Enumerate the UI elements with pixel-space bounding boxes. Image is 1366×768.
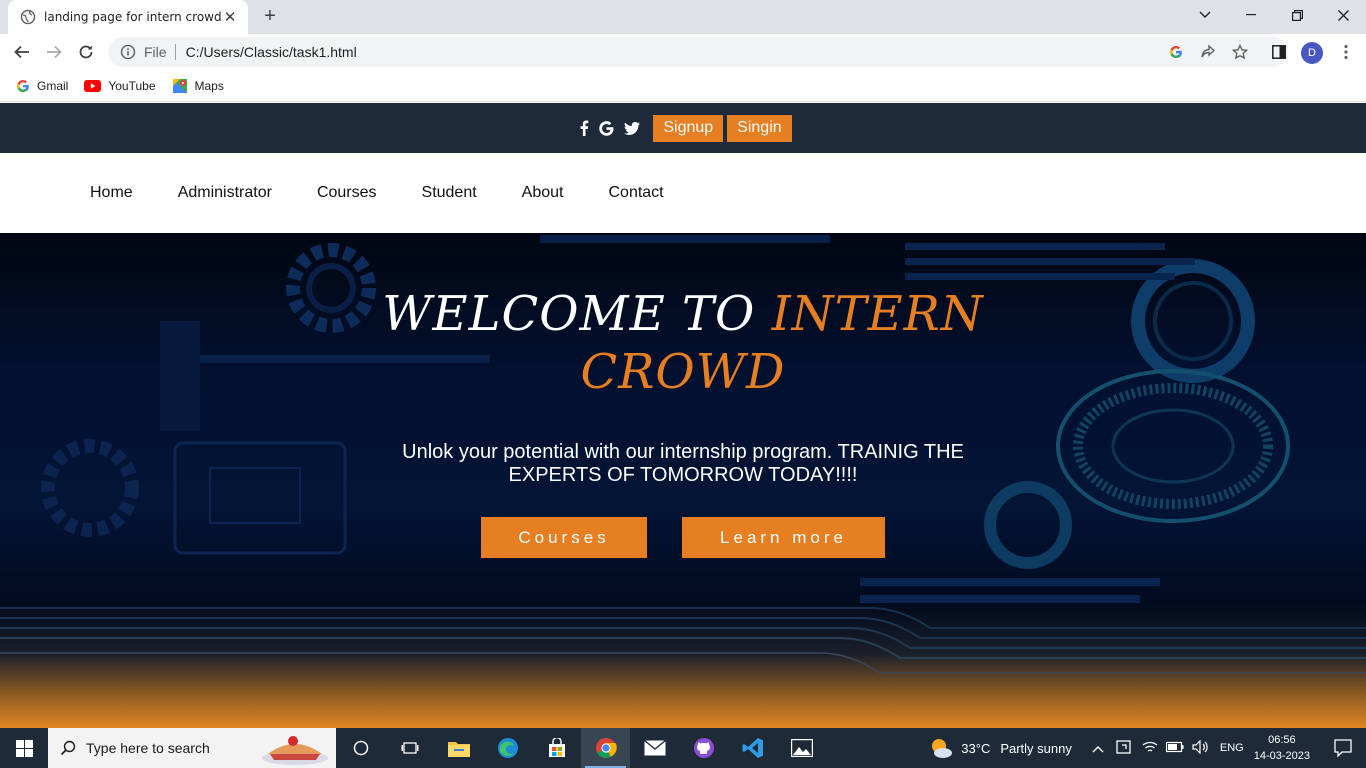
hero-section: WELCOME TO INTERN CROWD Unlok your poten… [0, 233, 1366, 728]
browser-tabstrip: landing page for intern crowd ✕ + [0, 0, 1366, 34]
weather-temp[interactable]: 33°C [961, 741, 990, 756]
wifi-icon[interactable] [1142, 740, 1158, 757]
vscode-icon[interactable] [728, 728, 777, 768]
hero-subtitle: Unlok your potential with our internship… [402, 441, 964, 486]
tab-search-icon[interactable] [1182, 0, 1228, 30]
windows-start-icon[interactable] [0, 728, 48, 768]
task-view-icon[interactable] [385, 728, 434, 768]
weather-desc[interactable]: Partly sunny [1000, 741, 1072, 756]
close-window-icon[interactable] [1320, 0, 1366, 30]
hero-title-accent-line2: CROWD [580, 344, 786, 400]
info-icon[interactable] [120, 44, 136, 60]
microsoft-store-icon[interactable] [532, 728, 581, 768]
share-icon[interactable] [1196, 40, 1220, 64]
mail-icon[interactable] [630, 728, 679, 768]
twitter-icon[interactable] [624, 121, 641, 135]
edge-browser-icon[interactable] [483, 728, 532, 768]
clock[interactable]: 06:56 14-03-2023 [1254, 732, 1310, 764]
bookmark-label: Maps [194, 78, 224, 93]
back-icon[interactable] [10, 40, 34, 64]
bookmark-gmail[interactable]: Gmail [16, 79, 68, 93]
volume-icon[interactable] [1192, 739, 1210, 757]
minimize-icon[interactable] [1228, 0, 1274, 30]
battery-icon[interactable] [1165, 741, 1184, 756]
maps-icon [172, 78, 187, 93]
signin-button[interactable]: Singin [727, 114, 792, 142]
browser-toolbar: File C:/Users/Classic/task1.html D [0, 34, 1366, 70]
hero-title-white: WELCOME TO [382, 286, 772, 342]
hero-title: WELCOME TO INTERN CROWD [0, 285, 1366, 401]
side-panel-icon[interactable] [1267, 40, 1291, 64]
reload-icon[interactable] [74, 40, 98, 64]
bookmark-maps[interactable]: Maps [172, 78, 224, 94]
forward-icon[interactable] [42, 40, 66, 64]
hero-title-accent: INTERN [771, 286, 984, 342]
nav-home[interactable]: Home [90, 184, 133, 202]
profile-avatar[interactable]: D [1301, 42, 1323, 64]
facebook-icon[interactable] [579, 120, 589, 136]
learn-more-button[interactable]: Learn more [682, 517, 885, 558]
nav-courses[interactable]: Courses [317, 184, 377, 202]
globe-icon [20, 9, 36, 25]
google-translate-icon[interactable] [1164, 40, 1188, 64]
windows-taskbar: Type here to search 33°C Partly sunny EN… [0, 728, 1366, 768]
bookmark-label: YouTube [108, 78, 156, 93]
new-tab-icon[interactable]: + [258, 5, 282, 29]
google-icon[interactable] [599, 120, 614, 136]
bookmark-youtube[interactable]: YouTube [84, 78, 156, 93]
page-topbar: Signup Singin [0, 103, 1366, 153]
system-tray: 33°C Partly sunny ENG 06:56 14-03-2023 [929, 728, 1366, 768]
nav-contact[interactable]: Contact [608, 184, 663, 202]
clock-date: 14-03-2023 [1253, 750, 1310, 762]
courses-button[interactable]: Courses [481, 517, 647, 558]
pie-illustration-icon [262, 736, 328, 765]
bookmark-star-icon[interactable] [1228, 40, 1252, 64]
notifications-icon[interactable] [1320, 739, 1366, 757]
search-placeholder: Type here to search [86, 740, 210, 756]
tab-title: landing page for intern crowd [44, 10, 222, 24]
clock-time: 06:56 [1268, 734, 1296, 746]
browser-tab[interactable]: landing page for intern crowd ✕ [8, 0, 248, 34]
signup-button[interactable]: Signup [653, 114, 724, 142]
github-desktop-icon[interactable] [679, 728, 728, 768]
url-text[interactable]: C:/Users/Classic/task1.html [186, 44, 357, 60]
nav-administrator[interactable]: Administrator [178, 184, 272, 202]
chrome-icon[interactable] [581, 728, 630, 768]
file-explorer-icon[interactable] [434, 728, 483, 768]
task-view-cortana-icon[interactable] [336, 728, 385, 768]
main-nav: Home Administrator Courses Student About… [0, 153, 1366, 233]
address-bar[interactable]: File C:/Users/Classic/task1.html [108, 37, 1288, 67]
taskbar-search-box[interactable]: Type here to search [48, 728, 336, 768]
nav-about[interactable]: About [522, 184, 564, 202]
nav-student[interactable]: Student [422, 184, 477, 202]
address-scheme: File [144, 44, 167, 60]
search-icon [60, 740, 76, 756]
more-menu-icon[interactable] [1334, 40, 1358, 64]
photos-icon[interactable] [777, 728, 826, 768]
youtube-icon [84, 79, 102, 92]
tray-chevron-up-icon[interactable] [1092, 741, 1104, 756]
restore-icon[interactable] [1274, 0, 1320, 30]
input-language[interactable]: ENG [1220, 742, 1244, 754]
address-separator [174, 44, 176, 60]
battery-saver-icon[interactable] [1116, 739, 1132, 758]
partly-sunny-icon[interactable] [929, 737, 953, 759]
tab-close-icon[interactable]: ✕ [222, 8, 238, 26]
bookmark-label: Gmail [37, 78, 69, 93]
bookmarks-bar: Gmail YouTube Maps [0, 70, 1366, 102]
google-icon [16, 79, 29, 92]
